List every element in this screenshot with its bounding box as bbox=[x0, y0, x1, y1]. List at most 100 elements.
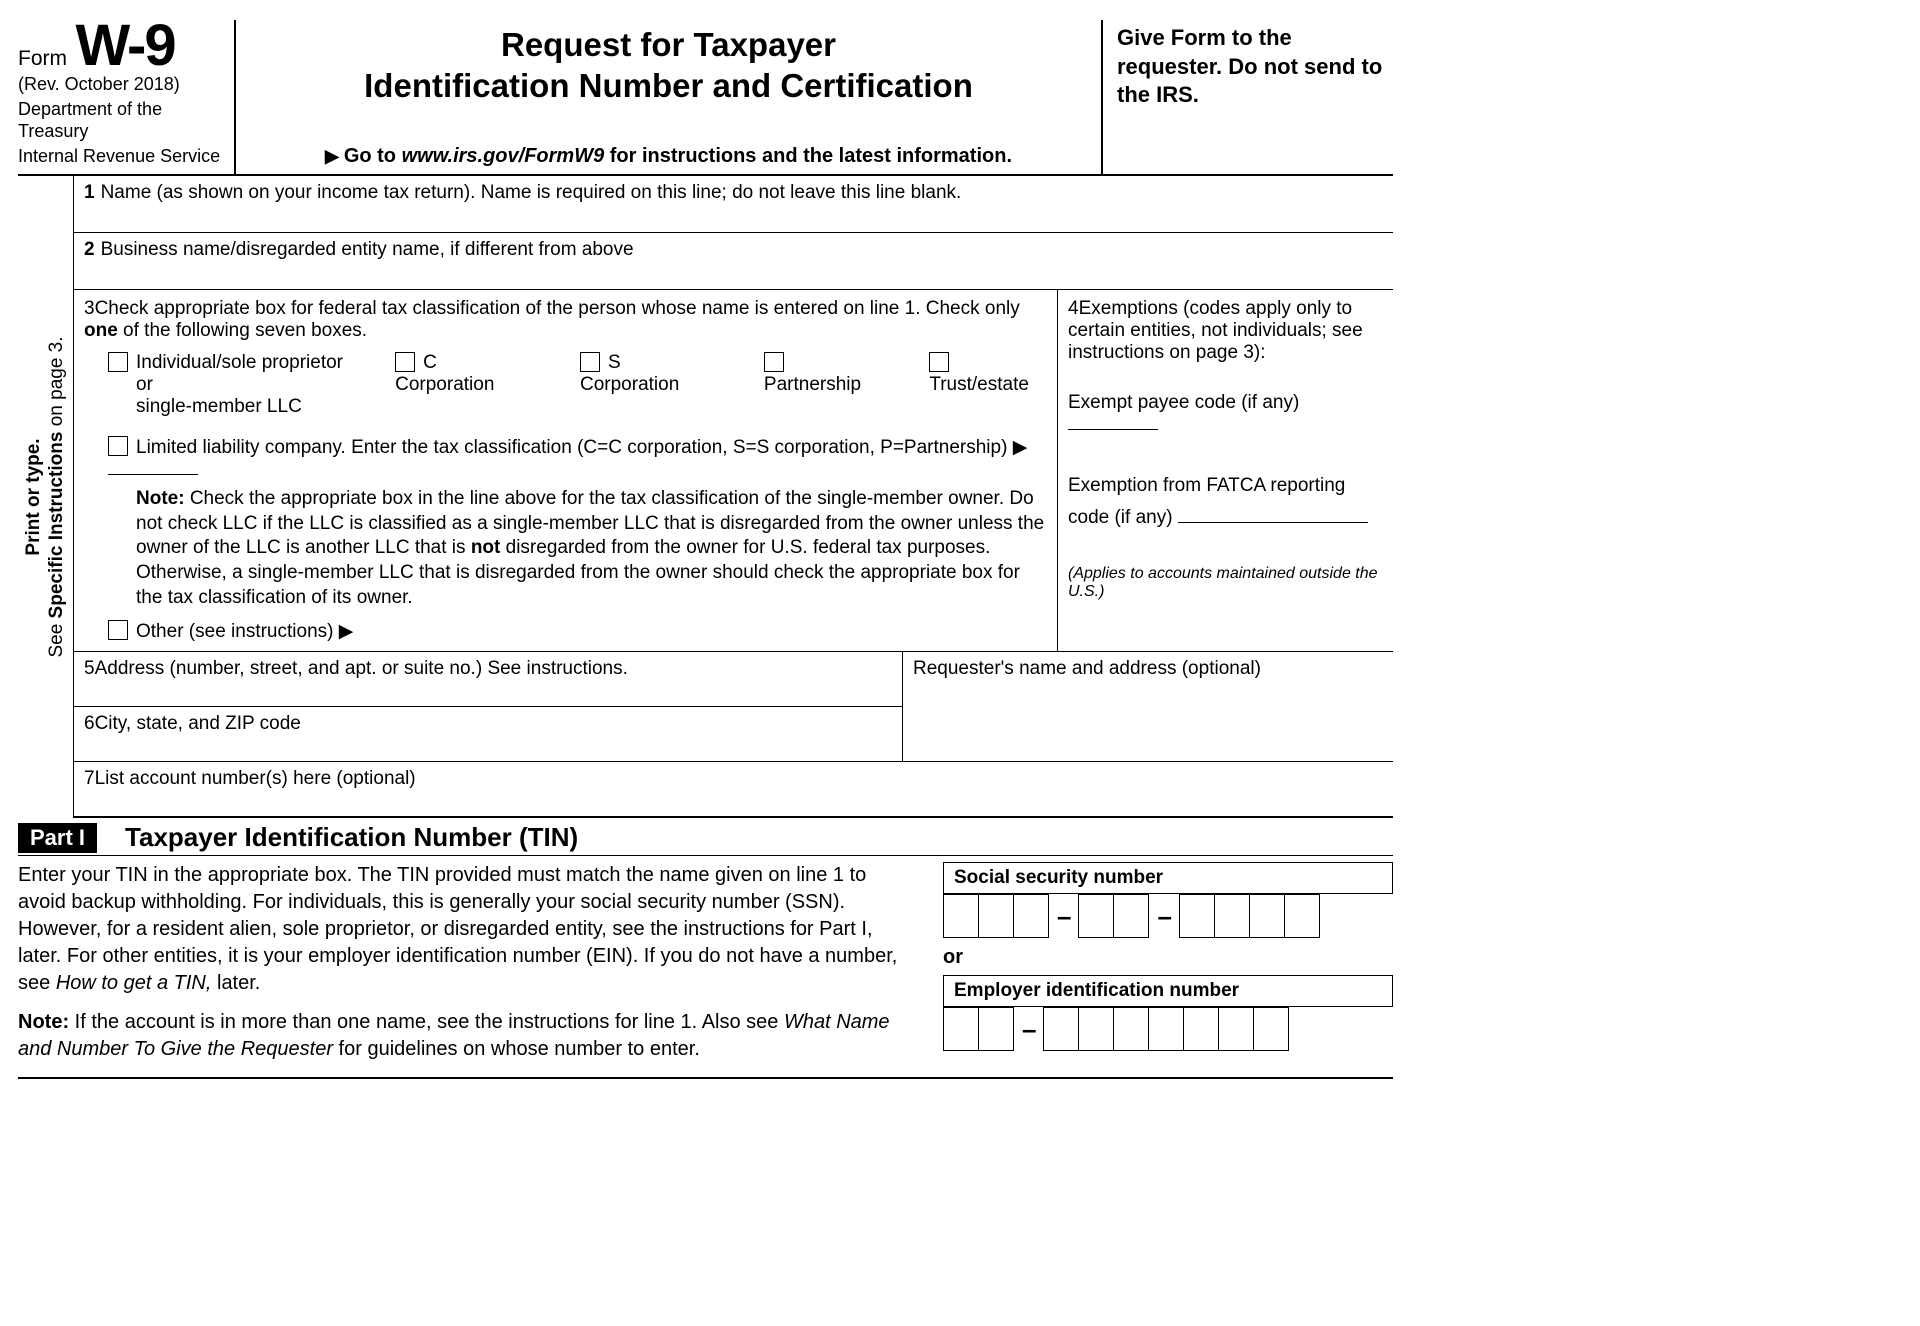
line-2[interactable]: 2Business name/disregarded entity name, … bbox=[74, 233, 1393, 290]
header-center: Request for Taxpayer Identification Numb… bbox=[236, 20, 1103, 174]
cb-individual-wrap: Individual/sole proprietor or single-mem… bbox=[108, 352, 345, 418]
cb-scorp-wrap: S Corporation bbox=[580, 352, 714, 396]
part1-bar: Part I Taxpayer Identification Number (T… bbox=[18, 818, 1393, 856]
title-line1: Request for Taxpayer bbox=[501, 26, 836, 63]
title-line2: Identification Number and Certification bbox=[364, 67, 973, 104]
cb-indiv-b: single-member LLC bbox=[136, 396, 302, 417]
fatca-input[interactable] bbox=[1178, 509, 1368, 523]
tin-section: Enter your TIN in the appropriate box. T… bbox=[18, 856, 1393, 1079]
cb-other-label: Other (see instructions) ▶ bbox=[136, 621, 353, 642]
line6-text: City, state, and ZIP code bbox=[95, 713, 301, 734]
checkbox-row-1: Individual/sole proprietor or single-mem… bbox=[108, 352, 1047, 418]
checkbox-trust[interactable] bbox=[929, 352, 949, 372]
line5-num: 5 bbox=[84, 658, 95, 679]
line1-text: Name (as shown on your income tax return… bbox=[101, 182, 962, 203]
ein-cell[interactable] bbox=[1183, 1007, 1219, 1051]
ein-cell[interactable] bbox=[1218, 1007, 1254, 1051]
p2-label: Note: bbox=[18, 1011, 69, 1033]
checkbox-llc[interactable] bbox=[108, 436, 128, 456]
exempt-payee-input[interactable] bbox=[1068, 416, 1158, 430]
line4-num: 4 bbox=[1068, 298, 1079, 319]
line-5[interactable]: 5Address (number, street, and apt. or su… bbox=[74, 652, 902, 707]
ein-cells: – bbox=[943, 1007, 1393, 1051]
ssn-group: Social security number – – bbox=[943, 862, 1393, 938]
tin-boxes: Social security number – – or Emplo bbox=[943, 862, 1393, 1063]
checkbox-partnership[interactable] bbox=[764, 352, 784, 372]
line-1[interactable]: 1 Name (as shown on your income tax retur… bbox=[74, 176, 1393, 233]
checkbox-other[interactable] bbox=[108, 620, 128, 640]
ein-cell[interactable] bbox=[943, 1007, 979, 1051]
cb-part-wrap: Partnership bbox=[764, 352, 879, 396]
line3-b: one bbox=[84, 320, 118, 341]
line1-num: 1 bbox=[84, 182, 95, 203]
side-specific: Specific Instructions bbox=[46, 432, 67, 619]
ein-cell[interactable] bbox=[978, 1007, 1014, 1051]
ssn-cell[interactable] bbox=[1214, 894, 1250, 938]
checkbox-c-corp[interactable] bbox=[395, 352, 415, 372]
llc-note: Note: Check the appropriate box in the l… bbox=[136, 487, 1047, 610]
side-line1: Print or type. bbox=[23, 439, 44, 556]
ein-cell[interactable] bbox=[1043, 1007, 1079, 1051]
line-4: 4Exemptions (codes apply only to certain… bbox=[1058, 290, 1393, 651]
ssn-cell[interactable] bbox=[1013, 894, 1049, 938]
dash-icon: – bbox=[1049, 901, 1079, 932]
ssn-cell[interactable] bbox=[978, 894, 1014, 938]
ssn-cell[interactable] bbox=[1078, 894, 1114, 938]
exempt-payee-label: Exempt payee code (if any) bbox=[1068, 392, 1299, 413]
p2-a: If the account is in more than one name,… bbox=[69, 1011, 784, 1033]
line3-num: 3 bbox=[84, 298, 95, 319]
ein-cell[interactable] bbox=[1253, 1007, 1289, 1051]
requester-box[interactable]: Requester's name and address (optional) bbox=[903, 652, 1393, 761]
cb-part-label: Partnership bbox=[764, 374, 861, 395]
checkbox-individual[interactable] bbox=[108, 352, 128, 372]
dash-icon: – bbox=[1014, 1014, 1044, 1045]
p2-c: for guidelines on whose number to enter. bbox=[333, 1038, 700, 1060]
line3-a: Check appropriate box for federal tax cl… bbox=[95, 298, 1020, 319]
ssn-cell[interactable] bbox=[1284, 894, 1320, 938]
tin-instructions: Enter your TIN in the appropriate box. T… bbox=[18, 862, 913, 1063]
form-title: Request for Taxpayer Identification Numb… bbox=[246, 24, 1091, 107]
checkbox-s-corp[interactable] bbox=[580, 352, 600, 372]
ein-cell[interactable] bbox=[1148, 1007, 1184, 1051]
part1-tag: Part I bbox=[18, 823, 97, 853]
line5-text: Address (number, street, and apt. or sui… bbox=[95, 658, 628, 679]
fields-area: 1 Name (as shown on your income tax retur… bbox=[74, 176, 1393, 818]
header-left: Form W-9 (Rev. October 2018) Department … bbox=[18, 20, 236, 174]
goto-prefix: Go to bbox=[344, 145, 402, 167]
cb-indiv-a: Individual/sole proprietor or bbox=[136, 352, 343, 395]
form-header: Form W-9 (Rev. October 2018) Department … bbox=[18, 20, 1393, 176]
arrow-icon: ▶ bbox=[325, 146, 344, 166]
line-3: 3Check appropriate box for federal tax c… bbox=[74, 290, 1058, 651]
form-revision: (Rev. October 2018) bbox=[18, 74, 228, 95]
line-6[interactable]: 6City, state, and ZIP code bbox=[74, 707, 902, 761]
ssn-cell[interactable] bbox=[943, 894, 979, 938]
cb-llc-label: Limited liability company. Enter the tax… bbox=[136, 437, 1027, 458]
form-code: W-9 bbox=[75, 20, 174, 72]
ssn-label: Social security number bbox=[943, 862, 1393, 894]
ein-cell[interactable] bbox=[1113, 1007, 1149, 1051]
header-right: Give Form to the requester. Do not send … bbox=[1103, 20, 1393, 174]
side-page: on page 3. bbox=[46, 337, 67, 432]
cb-trust-wrap: Trust/estate bbox=[929, 352, 1047, 396]
fatca-label-a: Exemption from FATCA reporting bbox=[1068, 475, 1345, 496]
ssn-cell[interactable] bbox=[1113, 894, 1149, 938]
line-7[interactable]: 7List account number(s) here (optional) bbox=[74, 762, 1393, 818]
line7-num: 7 bbox=[84, 768, 95, 789]
side-see: See bbox=[46, 619, 67, 658]
ssn-cell[interactable] bbox=[1249, 894, 1285, 938]
line7-text: List account number(s) here (optional) bbox=[95, 768, 416, 789]
ssn-cell[interactable] bbox=[1179, 894, 1215, 938]
line6-num: 6 bbox=[84, 713, 95, 734]
llc-note-label: Note: bbox=[136, 488, 190, 509]
llc-class-input[interactable] bbox=[108, 461, 198, 475]
ein-cell[interactable] bbox=[1078, 1007, 1114, 1051]
fatca-line: Exemption from FATCA reporting code (if … bbox=[1068, 470, 1383, 535]
cb-ccorp-wrap: C Corporation bbox=[395, 352, 530, 396]
line2-text: Business name/disregarded entity name, i… bbox=[101, 239, 634, 260]
cb-llc-wrap: Limited liability company. Enter the tax… bbox=[108, 436, 1047, 481]
llc-note-b: not bbox=[471, 537, 501, 558]
ssn-cells: – – bbox=[943, 894, 1393, 938]
address-left: 5Address (number, street, and apt. or su… bbox=[74, 652, 903, 761]
goto-suffix: for instructions and the latest informat… bbox=[604, 145, 1012, 167]
or-label: or bbox=[943, 946, 1393, 969]
